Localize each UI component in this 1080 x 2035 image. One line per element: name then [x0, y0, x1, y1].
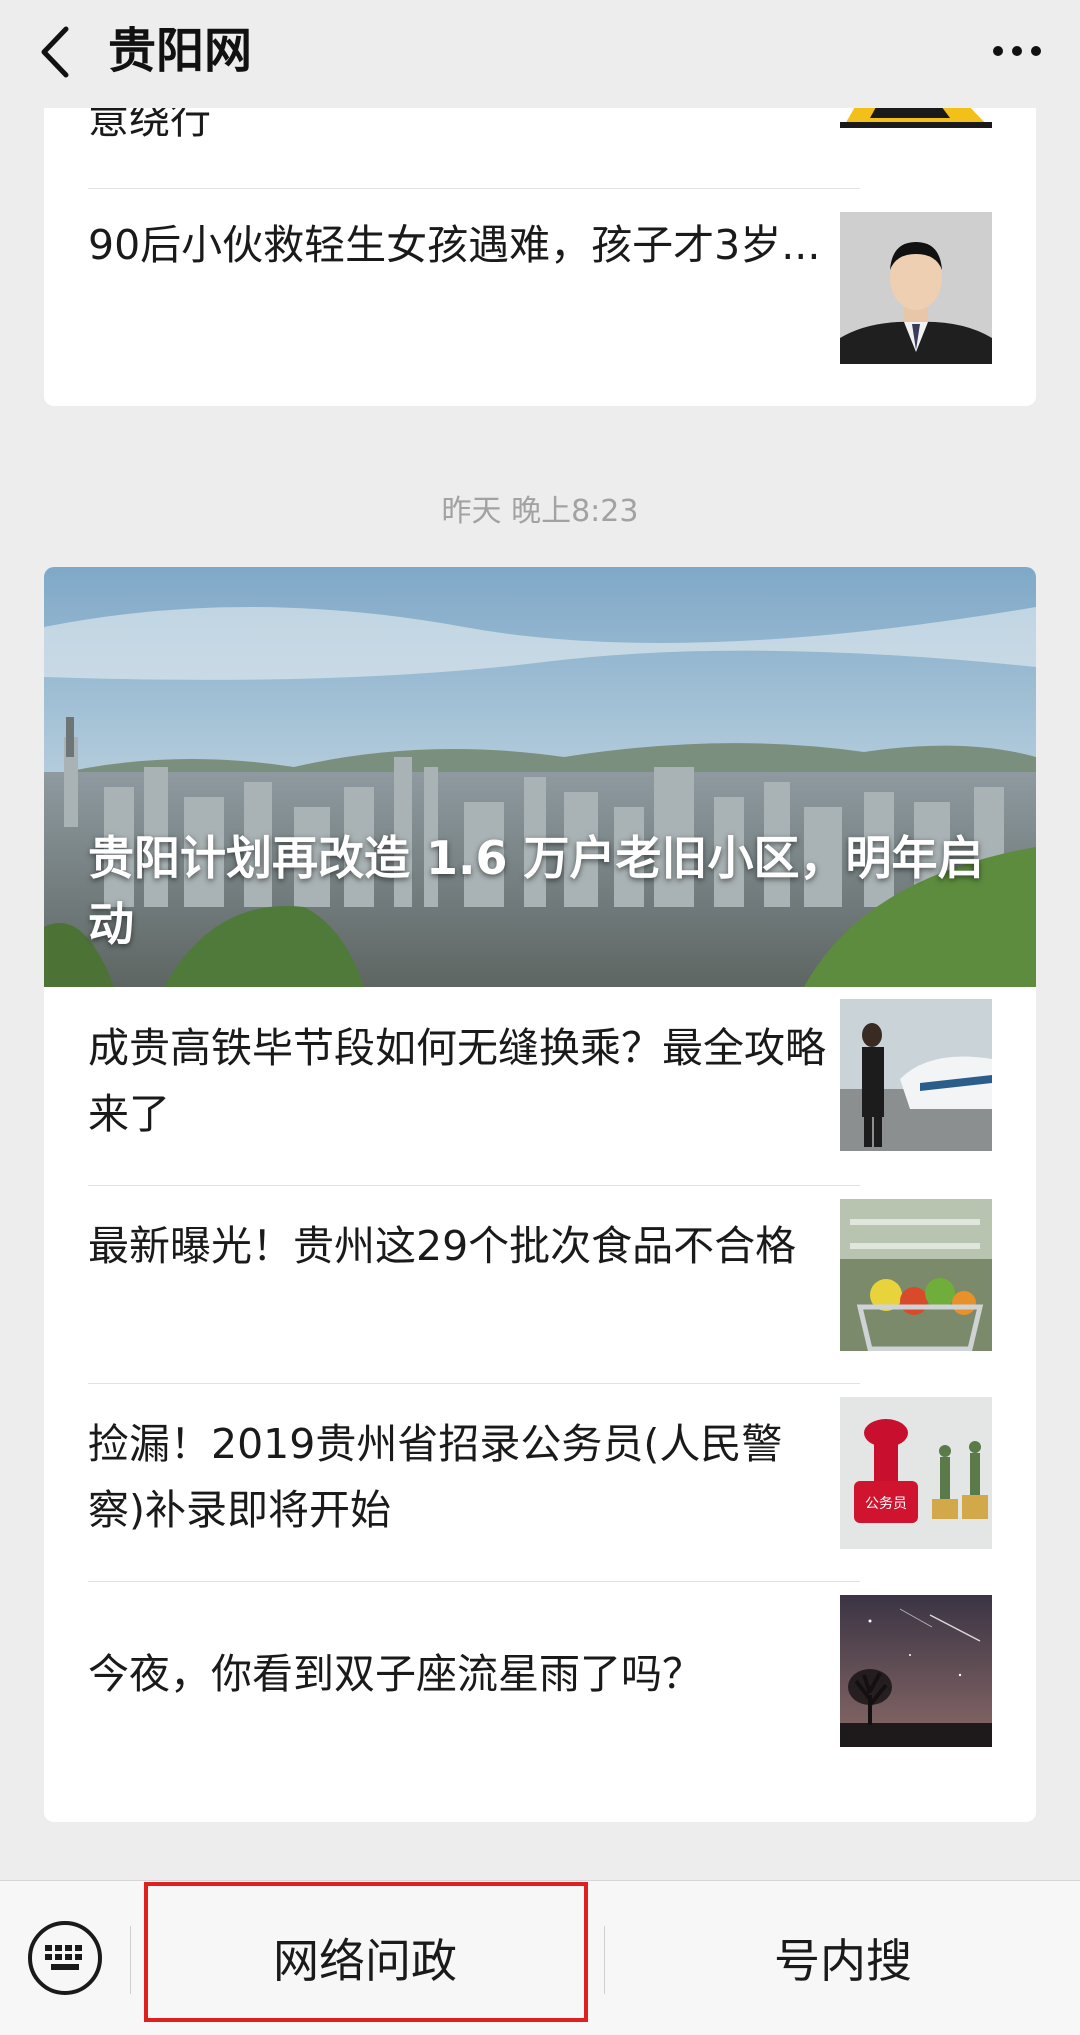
more-dot-icon	[1012, 46, 1022, 56]
more-options-button[interactable]	[982, 26, 1052, 76]
page-title: 贵阳网	[108, 23, 253, 79]
man-in-suit-thumbnail	[840, 212, 992, 364]
article-card-previous: 意绕行 90后小伙救轻生女孩遇难，孩子才3岁...	[44, 80, 1036, 406]
menu-separator	[130, 1926, 131, 1994]
list-item[interactable]: 今夜，你看到双子座流星雨了吗？	[44, 1581, 1036, 1779]
back-button[interactable]	[30, 22, 80, 82]
list-item[interactable]: 最新曝光！贵州这29个批次食品不合格	[44, 1185, 1036, 1383]
more-dot-icon	[993, 46, 1003, 56]
keyboard-toggle-button[interactable]	[28, 1921, 102, 1995]
train-station-thumbnail	[840, 999, 992, 1151]
keyboard-icon	[45, 1945, 82, 1970]
hero-article-title: 贵阳计划再改造 1.6 万户老旧小区，明年启动	[88, 831, 984, 951]
menu-item-account-search[interactable]: 号内搜	[606, 1881, 1080, 2035]
list-item[interactable]: 成贵高铁毕节段如何无缝换乘？最全攻略来了	[44, 987, 1036, 1185]
message-timestamp: 昨天 晚上8:23	[441, 494, 639, 529]
list-item[interactable]: 捡漏！2019贵州省招录公务员(人民警察)补录即将开始 公务员	[44, 1383, 1036, 1581]
article-title: 90后小伙救轻生女孩遇难，孩子才3岁...	[88, 221, 821, 269]
article-card-latest: 贵阳计划再改造 1.6 万户老旧小区，明年启动 成贵高铁毕节段如何无缝换乘？最全…	[44, 567, 1036, 1822]
article-title: 成贵高铁毕节段如何无缝换乘？最全攻略来了	[88, 1024, 826, 1138]
night-sky-thumbnail	[840, 1595, 992, 1747]
highlight-annotation-box	[144, 1882, 588, 2022]
nav-header: 贵阳网	[0, 0, 1080, 108]
menu-separator	[604, 1926, 605, 1994]
article-title: 捡漏！2019贵州省招录公务员(人民警察)补录即将开始	[88, 1420, 783, 1534]
chevron-left-icon	[41, 26, 69, 78]
stamp-label: 公务员	[865, 1496, 907, 1512]
article-title: 今夜，你看到双子座流星雨了吗？	[88, 1650, 703, 1698]
list-item[interactable]: 90后小伙救轻生女孩遇难，孩子才3岁...	[44, 188, 1036, 386]
grocery-cart-thumbnail	[840, 1199, 992, 1351]
hero-article[interactable]: 贵阳计划再改造 1.6 万户老旧小区，明年启动	[44, 567, 1036, 987]
civil-servant-stamp-thumbnail: 公务员	[840, 1397, 992, 1549]
article-title: 最新曝光！贵州这29个批次食品不合格	[88, 1222, 797, 1270]
more-dot-icon	[1031, 46, 1041, 56]
